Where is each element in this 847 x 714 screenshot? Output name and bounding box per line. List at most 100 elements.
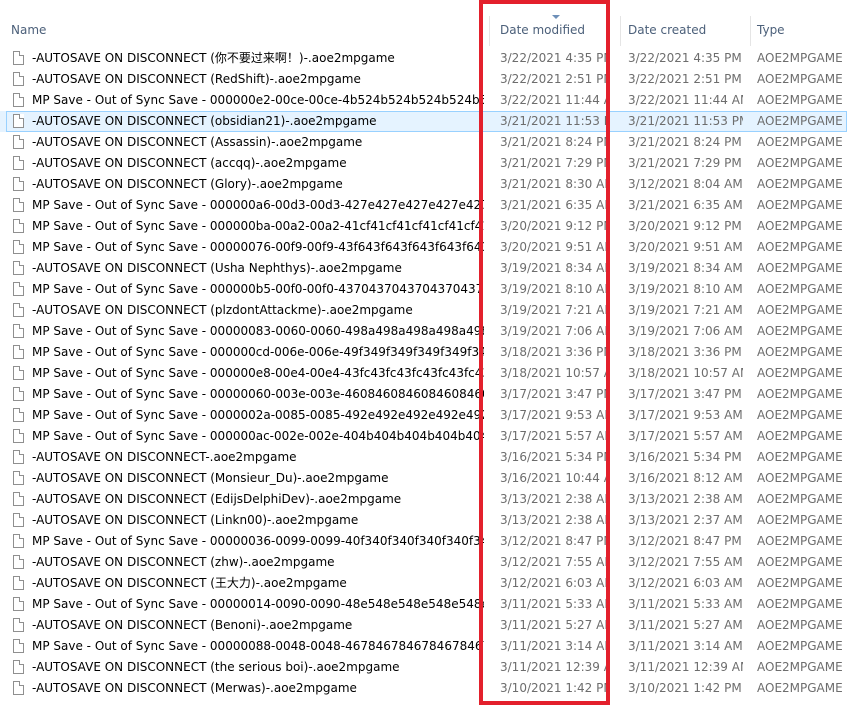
file-name: -AUTOSAVE ON DISCONNECT (accqq)-.aoe2mpg… xyxy=(32,156,347,170)
file-icon xyxy=(13,471,24,485)
file-date-created: 3/22/2021 2:51 PM xyxy=(628,72,742,86)
file-type: AOE2MPGAME F xyxy=(757,261,847,275)
file-row[interactable]: MP Save - Out of Sync Save - 00000088-00… xyxy=(0,636,847,657)
file-row[interactable]: MP Save - Out of Sync Save - 00000036-00… xyxy=(0,531,847,552)
file-row[interactable]: -AUTOSAVE ON DISCONNECT (EdijsDelphiDev)… xyxy=(0,489,847,510)
file-icon xyxy=(13,387,24,401)
file-date-modified: 3/19/2021 7:21 AM xyxy=(500,303,610,317)
file-type: AOE2MPGAME F xyxy=(757,156,847,170)
file-date-created: 3/16/2021 8:12 AM xyxy=(628,471,743,485)
file-row[interactable]: MP Save - Out of Sync Save - 000000a6-00… xyxy=(0,195,847,216)
file-row[interactable]: MP Save - Out of Sync Save - 000000ba-00… xyxy=(0,216,847,237)
file-date-created: 3/21/2021 6:35 AM xyxy=(628,198,743,212)
file-name: -AUTOSAVE ON DISCONNECT (obsidian21)-.ao… xyxy=(32,114,377,128)
file-icon xyxy=(13,576,24,590)
file-row[interactable]: -AUTOSAVE ON DISCONNECT (zhw)-.aoe2mpgam… xyxy=(0,552,847,573)
file-type: AOE2MPGAME F xyxy=(757,240,847,254)
file-date-modified: 3/19/2021 8:10 AM xyxy=(500,282,610,296)
file-name: MP Save - Out of Sync Save - 000000e2-00… xyxy=(32,93,484,107)
file-date-modified: 3/21/2021 8:30 AM xyxy=(500,177,610,191)
file-name: MP Save - Out of Sync Save - 0000002a-00… xyxy=(32,408,484,422)
file-row[interactable]: -AUTOSAVE ON DISCONNECT (Benoni)-.aoe2mp… xyxy=(0,615,847,636)
file-row[interactable]: -AUTOSAVE ON DISCONNECT (Assassin)-.aoe2… xyxy=(0,132,847,153)
file-date-created: 3/12/2021 7:55 AM xyxy=(628,555,743,569)
file-icon xyxy=(13,660,24,674)
file-type: AOE2MPGAME F xyxy=(757,303,847,317)
file-date-created: 3/22/2021 11:44 AM xyxy=(628,93,743,107)
file-date-created: 3/17/2021 3:47 PM xyxy=(628,387,742,401)
file-icon xyxy=(13,639,24,653)
file-row[interactable]: -AUTOSAVE ON DISCONNECT (RedShift)-.aoe2… xyxy=(0,69,847,90)
file-icon xyxy=(13,681,24,695)
file-type: AOE2MPGAME F xyxy=(757,72,847,86)
file-name: -AUTOSAVE ON DISCONNECT (Benoni)-.aoe2mp… xyxy=(32,618,353,632)
file-icon xyxy=(13,282,24,296)
file-date-modified: 3/12/2021 6:03 AM xyxy=(500,576,610,590)
column-header-type[interactable]: Type xyxy=(757,0,785,46)
file-name: -AUTOSAVE ON DISCONNECT (the serious boi… xyxy=(32,660,400,674)
file-date-created: 3/12/2021 8:47 PM xyxy=(628,534,742,548)
file-date-created: 3/13/2021 2:37 AM xyxy=(628,513,743,527)
column-header-date-modified[interactable]: Date modified xyxy=(500,0,585,46)
file-date-modified: 3/13/2021 2:38 AM xyxy=(500,513,610,527)
file-date-modified: 3/21/2021 7:29 PM xyxy=(500,156,610,170)
file-name: -AUTOSAVE ON DISCONNECT (Glory)-.aoe2mpg… xyxy=(32,177,343,191)
column-divider[interactable] xyxy=(620,16,621,46)
file-row[interactable]: MP Save - Out of Sync Save - 000000b5-00… xyxy=(0,279,847,300)
file-name: -AUTOSAVE ON DISCONNECT-.aoe2mpgame xyxy=(32,450,297,464)
file-row[interactable]: -AUTOSAVE ON DISCONNECT (Usha Nephthys)-… xyxy=(0,258,847,279)
file-type: AOE2MPGAME F xyxy=(757,513,847,527)
file-type: AOE2MPGAME F xyxy=(757,114,847,128)
file-row[interactable]: -AUTOSAVE ON DISCONNECT (the serious boi… xyxy=(0,657,847,678)
file-date-modified: 3/21/2021 8:24 PM xyxy=(500,135,610,149)
file-date-modified: 3/21/2021 11:53 PM xyxy=(500,114,610,128)
column-divider[interactable] xyxy=(489,16,490,46)
file-type: AOE2MPGAME F xyxy=(757,135,847,149)
column-header-date-created[interactable]: Date created xyxy=(628,0,706,46)
file-row[interactable]: MP Save - Out of Sync Save - 000000cd-00… xyxy=(0,342,847,363)
file-icon xyxy=(13,135,24,149)
file-row[interactable]: MP Save - Out of Sync Save - 000000ac-00… xyxy=(0,426,847,447)
file-date-modified: 3/22/2021 11:44 AM xyxy=(500,93,610,107)
file-row[interactable]: -AUTOSAVE ON DISCONNECT (Merwas)-.aoe2mp… xyxy=(0,678,847,699)
file-row[interactable]: -AUTOSAVE ON DISCONNECT (accqq)-.aoe2mpg… xyxy=(0,153,847,174)
file-row[interactable]: -AUTOSAVE ON DISCONNECT (Linkn00)-.aoe2m… xyxy=(0,510,847,531)
file-row[interactable]: MP Save - Out of Sync Save - 000000e2-00… xyxy=(0,90,847,111)
file-type: AOE2MPGAME F xyxy=(757,198,847,212)
file-date-created: 3/18/2021 10:57 AM xyxy=(628,366,743,380)
column-divider[interactable] xyxy=(750,16,751,46)
file-date-created: 3/19/2021 7:21 AM xyxy=(628,303,743,317)
file-date-modified: 3/11/2021 5:33 AM xyxy=(500,597,610,611)
file-date-created: 3/19/2021 7:06 AM xyxy=(628,324,743,338)
column-header-name[interactable]: Name xyxy=(11,0,46,46)
file-row[interactable]: MP Save - Out of Sync Save - 00000060-00… xyxy=(0,384,847,405)
file-row[interactable]: MP Save - Out of Sync Save - 000000e8-00… xyxy=(0,363,847,384)
file-row[interactable]: -AUTOSAVE ON DISCONNECT (Glory)-.aoe2mpg… xyxy=(0,174,847,195)
file-icon xyxy=(13,492,24,506)
file-type: AOE2MPGAME F xyxy=(757,51,847,65)
file-row[interactable]: MP Save - Out of Sync Save - 0000002a-00… xyxy=(0,405,847,426)
file-row[interactable]: -AUTOSAVE ON DISCONNECT (你不要过来啊！)-.aoe2m… xyxy=(0,48,847,69)
file-icon xyxy=(13,618,24,632)
file-name: -AUTOSAVE ON DISCONNECT (RedShift)-.aoe2… xyxy=(32,72,361,86)
file-name: MP Save - Out of Sync Save - 00000083-00… xyxy=(32,324,484,338)
file-name: MP Save - Out of Sync Save - 00000076-00… xyxy=(32,240,484,254)
file-icon xyxy=(13,303,24,317)
file-row[interactable]: -AUTOSAVE ON DISCONNECT (plzdontAttackme… xyxy=(0,300,847,321)
file-row[interactable]: -AUTOSAVE ON DISCONNECT (王大力)-.aoe2mpgam… xyxy=(0,573,847,594)
file-name: MP Save - Out of Sync Save - 00000014-00… xyxy=(32,597,484,611)
file-row[interactable]: -AUTOSAVE ON DISCONNECT (Monsieur_Du)-.a… xyxy=(0,468,847,489)
file-date-modified: 3/13/2021 2:38 AM xyxy=(500,492,610,506)
file-date-modified: 3/17/2021 9:53 AM xyxy=(500,408,610,422)
file-row[interactable]: -AUTOSAVE ON DISCONNECT (obsidian21)-.ao… xyxy=(0,111,847,132)
file-icon xyxy=(13,93,24,107)
file-icon xyxy=(13,72,24,86)
file-row[interactable]: MP Save - Out of Sync Save - 00000076-00… xyxy=(0,237,847,258)
file-name: -AUTOSAVE ON DISCONNECT (plzdontAttackme… xyxy=(32,303,413,317)
file-date-created: 3/19/2021 8:34 AM xyxy=(628,261,743,275)
file-row[interactable]: -AUTOSAVE ON DISCONNECT-.aoe2mpgame 3/16/… xyxy=(0,447,847,468)
file-date-created: 3/17/2021 5:57 AM xyxy=(628,429,743,443)
file-date-created: 3/19/2021 8:10 AM xyxy=(628,282,743,296)
file-row[interactable]: MP Save - Out of Sync Save - 00000083-00… xyxy=(0,321,847,342)
file-row[interactable]: MP Save - Out of Sync Save - 00000014-00… xyxy=(0,594,847,615)
